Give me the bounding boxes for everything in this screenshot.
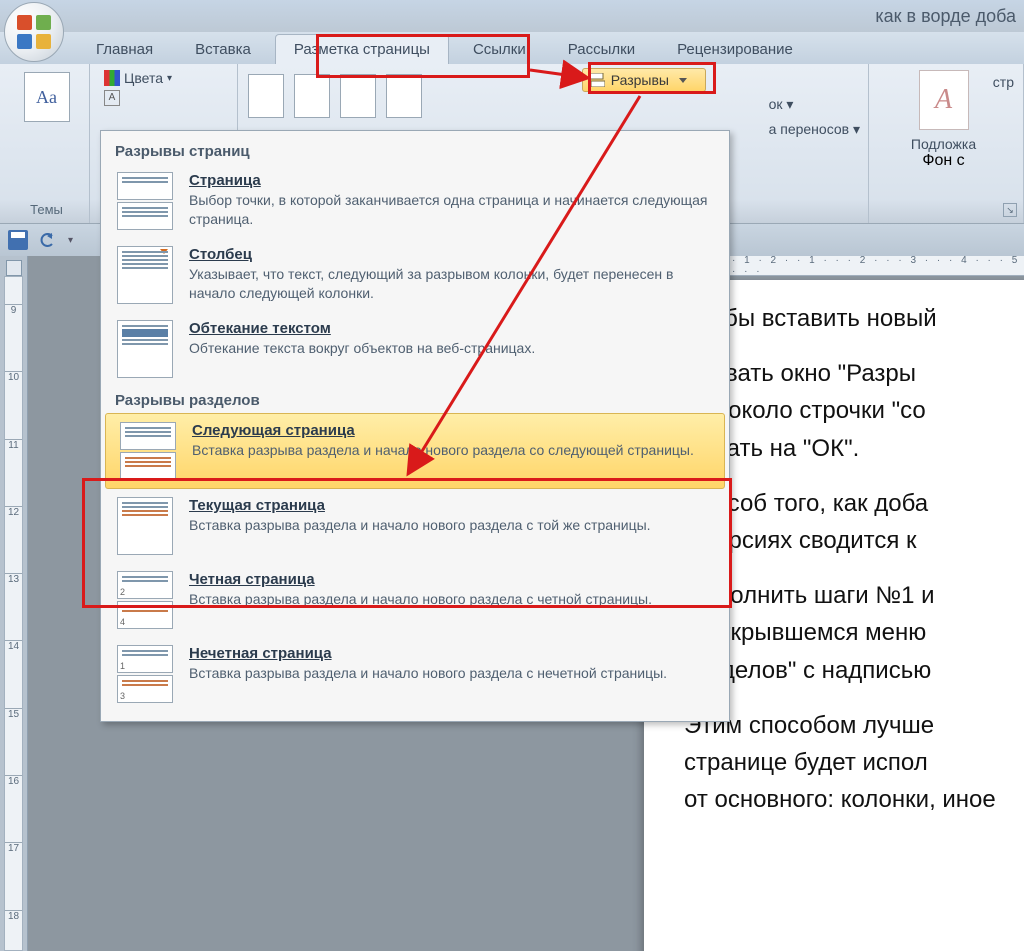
doc-line: рке около строчки "со [684,392,1024,429]
tab-mailings[interactable]: Рассылки [550,35,653,64]
text-wrap-break-icon [117,320,173,378]
continuous-section-icon [117,497,173,555]
themes-group-label: Темы [12,200,81,221]
columns-button[interactable] [386,74,422,118]
doc-line: вызвать окно "Разры [684,355,1024,392]
page-background-group-label: Фон с [922,152,964,170]
line-numbers-button[interactable]: ок ▾ [769,96,860,113]
break-option-even-page[interactable]: 24 Четная страницаВставка разрыва раздел… [103,563,727,637]
tab-review[interactable]: Рецензирование [659,35,811,64]
doc-line: странице будет испол [684,744,1024,781]
page-setup-extra: ок ▾ а переносов ▾ [769,96,860,138]
doc-line: разделов" с надписью [684,652,1024,689]
watermark-button[interactable]: A [919,70,969,130]
doc-line: Этим способом лучше [684,707,1024,744]
fonts-icon: A [104,90,120,106]
breaks-dropdown: Разрывы страниц СтраницаВыбор точки, в к… [100,130,730,722]
vertical-ruler[interactable]: 9 10 11 12 13 14 15 16 17 18 [4,276,23,951]
themes-icon: Aa [24,72,70,122]
office-logo-icon [17,15,51,49]
break-option-column[interactable]: СтолбецУказывает, что текст, следующий з… [103,238,727,312]
undo-button[interactable] [38,230,58,250]
doc-line: В открывшемся меню [684,614,1024,651]
doc-line: нажать на "ОК". [684,430,1024,467]
break-option-continuous[interactable]: Текущая страницаВставка разрыва раздела … [103,489,727,563]
margins-button[interactable] [248,74,284,118]
doc-line: Чтобы вставить новый [684,300,1024,337]
title-bar: как в ворде доба [0,0,1024,32]
odd-page-section-icon: 13 [117,645,173,703]
hyphenation-button[interactable]: а переносов ▾ [769,121,860,138]
page-color-cut: стр [993,74,1014,90]
doc-line: Выполнить шаги №1 и [684,577,1024,614]
office-button[interactable] [4,2,64,62]
page-break-icon [117,172,173,230]
colors-button[interactable]: Цвета▾ [98,68,229,88]
window-title: как в ворде доба [875,6,1016,27]
chevron-down-icon [679,78,687,83]
break-option-page[interactable]: СтраницаВыбор точки, в которой заканчива… [103,164,727,238]
watermark-label: Подложка [911,136,976,152]
colors-icon [104,70,120,86]
tab-insert[interactable]: Вставка [177,35,269,64]
horizontal-ruler[interactable]: · 1 · 2 · · 1 · · · 2 · · · 3 · · · 4 · … [728,256,1024,276]
break-option-text-wrapping[interactable]: Обтекание текстомОбтекание текста вокруг… [103,312,727,386]
ruler-corner[interactable] [6,260,22,276]
save-icon[interactable] [8,230,28,250]
doc-line: от основного: колонки, иное [684,781,1024,818]
size-button[interactable] [340,74,376,118]
left-gutter: 9 10 11 12 13 14 15 16 17 18 [0,256,28,951]
themes-button[interactable]: Aa [12,68,81,126]
breaks-button[interactable]: Разрывы [582,68,706,92]
page-background-group: A Подложка стр Фон с [868,64,1018,223]
orientation-button[interactable] [294,74,330,118]
column-break-icon [117,246,173,304]
break-option-odd-page[interactable]: 13 Нечетная страницаВставка разрыва разд… [103,637,727,711]
qat-dropdown-icon[interactable]: ▾ [68,235,73,246]
even-page-section-icon: 24 [117,571,173,629]
ribbon-tabs: Главная Вставка Разметка страницы Ссылки… [0,32,1024,64]
tab-page-layout[interactable]: Разметка страницы [275,34,449,64]
break-option-next-page[interactable]: Следующая страницаВставка разрыва раздел… [105,413,725,489]
tab-references[interactable]: Ссылки [455,35,544,64]
doc-line: х версиях сводится к [684,522,1024,559]
fonts-button[interactable]: A [98,88,229,108]
doc-line: Способ того, как доба [684,485,1024,522]
next-page-section-icon [120,422,176,480]
dropdown-section-page-breaks: Разрывы страниц [103,137,727,164]
breaks-icon [589,73,605,87]
dropdown-section-section-breaks: Разрывы разделов [103,386,727,413]
tab-home[interactable]: Главная [78,35,171,64]
